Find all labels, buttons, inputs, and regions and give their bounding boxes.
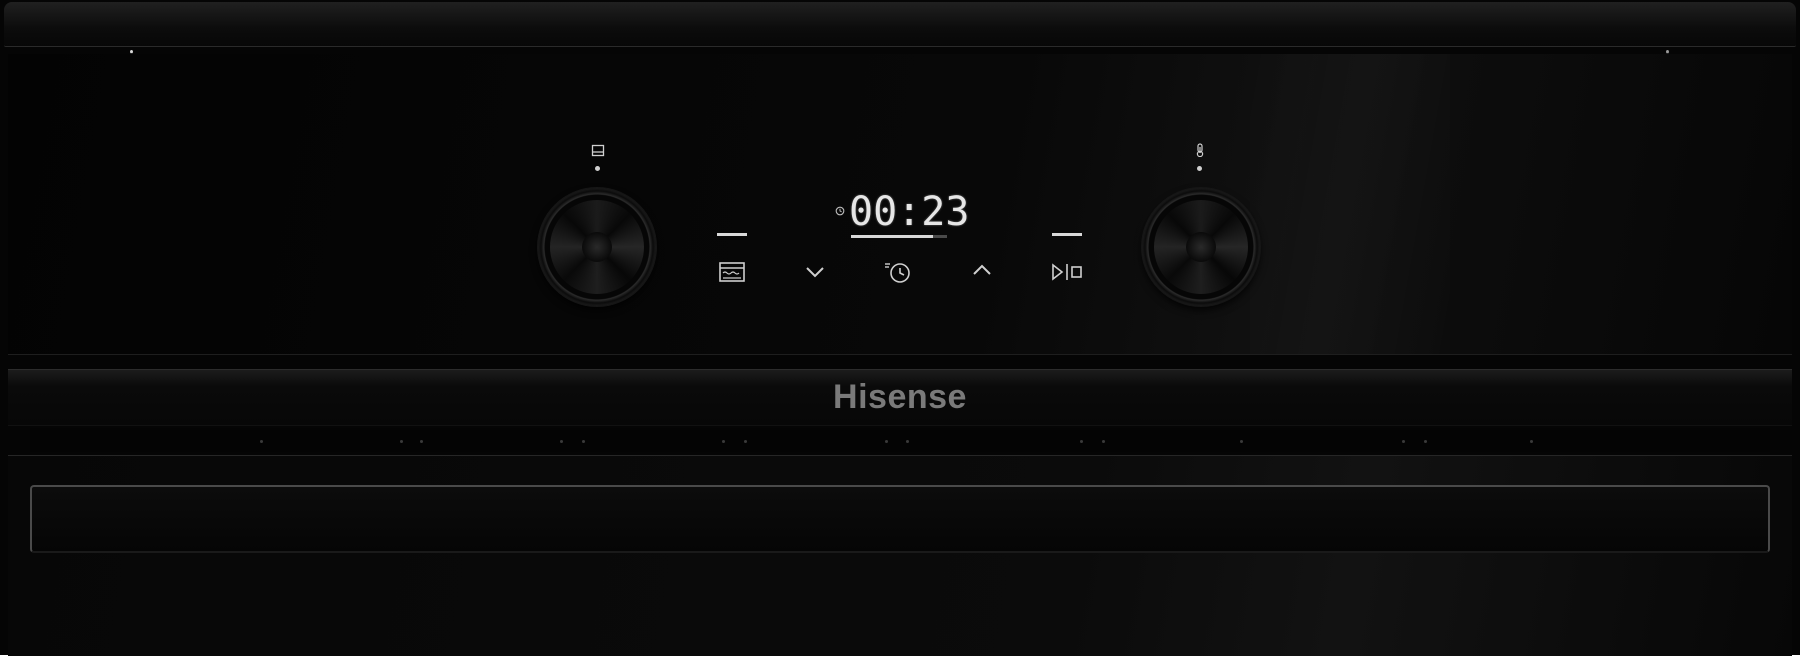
display-progress-fill: [851, 235, 933, 238]
vent-hole: [1080, 440, 1083, 443]
oven-function-button[interactable]: [712, 252, 752, 292]
start-stop-indicator-line: [1052, 233, 1082, 236]
vent-hole: [1424, 440, 1427, 443]
timer-button[interactable]: [878, 252, 918, 292]
clock-icon: [835, 206, 845, 216]
thermometer-icon: [1196, 143, 1204, 157]
chevron-up-icon: [973, 264, 991, 275]
mode-knob[interactable]: [538, 188, 656, 306]
vent-hole: [1530, 440, 1533, 443]
right-knob-indicator: [1197, 166, 1202, 171]
vent-hole: [560, 440, 563, 443]
door-handle[interactable]: [30, 485, 1770, 553]
start-stop-button[interactable]: [1047, 252, 1087, 292]
decrease-button[interactable]: [795, 252, 835, 292]
vent-hole: [1102, 440, 1105, 443]
oven-function-indicator-line: [717, 233, 747, 236]
mode-knob-center: [582, 232, 612, 262]
start-stop-icon: [1052, 263, 1082, 281]
increase-button[interactable]: [962, 250, 1002, 290]
oven-mode-icon: [591, 144, 605, 157]
vent-hole: [1240, 440, 1243, 443]
display-time: 00:23: [849, 189, 970, 235]
vent-strip: [30, 428, 1770, 452]
oven-function-icon: [719, 262, 745, 282]
temperature-knob-center: [1186, 232, 1216, 262]
timer-display: 00:23: [835, 190, 995, 250]
vent-hole: [906, 440, 909, 443]
vent-hole: [582, 440, 585, 443]
left-knob-indicator: [595, 166, 600, 171]
oven-front: 00:23 Hisense: [0, 0, 1800, 656]
vent-hole: [722, 440, 725, 443]
oven-top-lip: [4, 2, 1796, 47]
vent-hole: [744, 440, 747, 443]
vent-hole: [885, 440, 888, 443]
vent-hole: [420, 440, 423, 443]
panel-reflection: [1250, 54, 1450, 354]
vent-hole: [260, 440, 263, 443]
chevron-down-icon: [806, 267, 824, 278]
timer-clock-icon: [885, 263, 910, 283]
vent-hole: [400, 440, 403, 443]
temperature-knob[interactable]: [1142, 188, 1260, 306]
brand-logo: Hisense: [833, 378, 967, 416]
vent-hole: [1402, 440, 1405, 443]
display-progress-bar: [851, 235, 947, 238]
